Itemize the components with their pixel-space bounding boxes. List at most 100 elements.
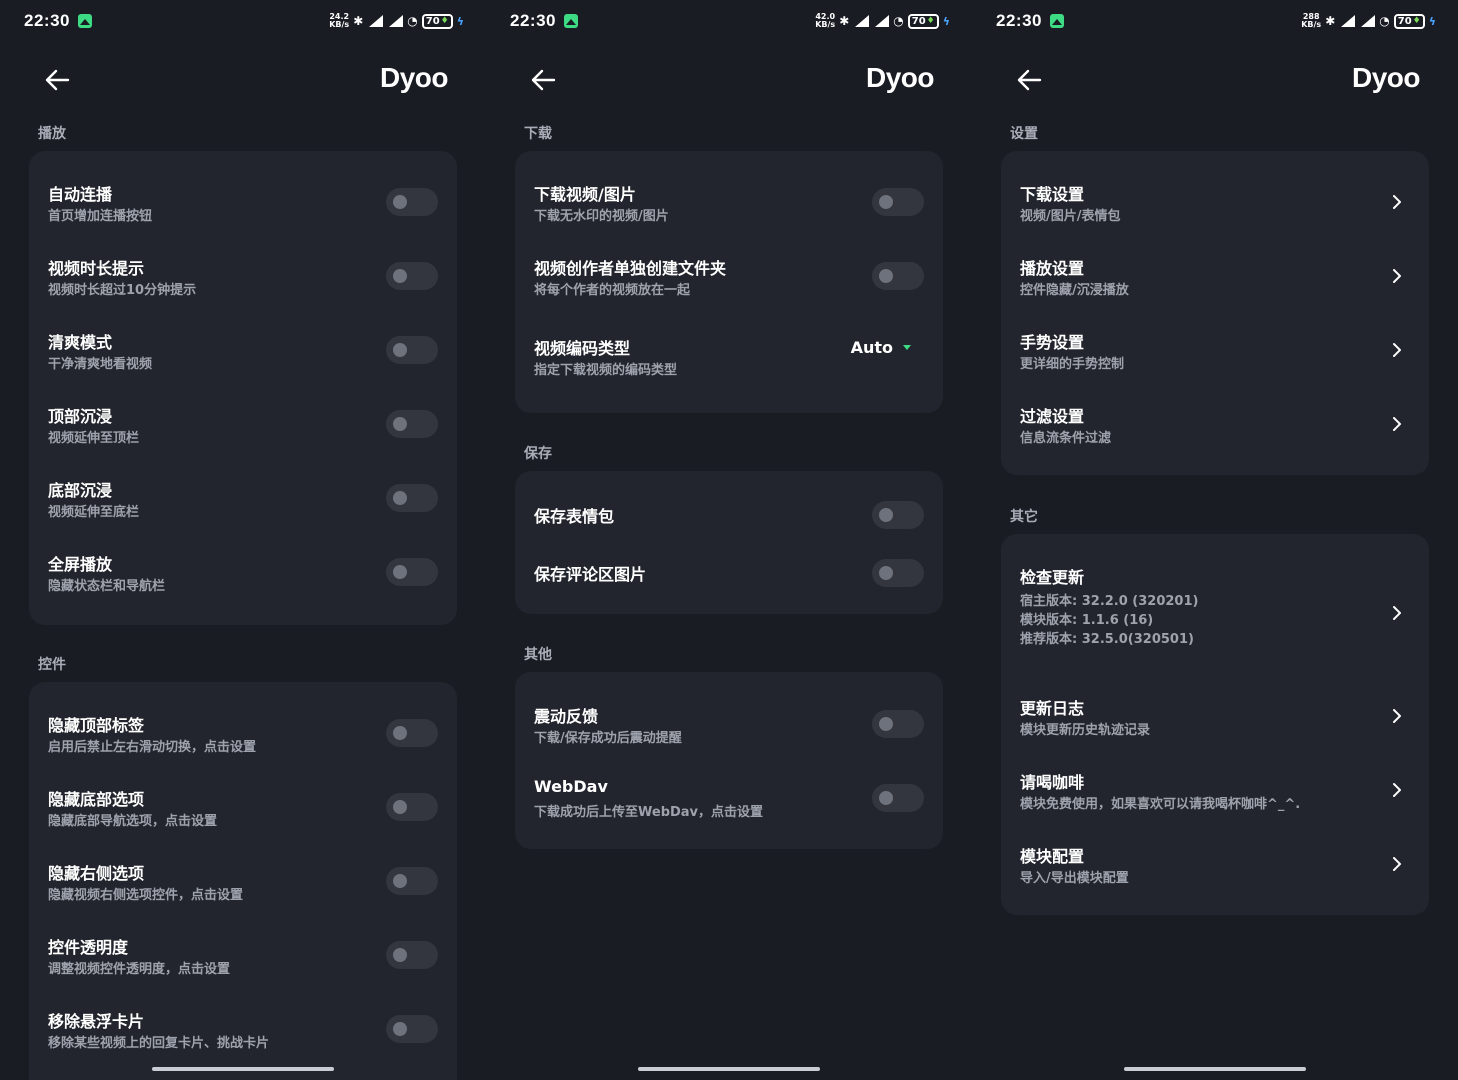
system-icons: 42.0 KB/s ✱ ◔ 70 ♦ ϟ: [815, 13, 950, 29]
bluetooth-icon: ✱: [1325, 14, 1336, 28]
back-arrow-icon[interactable]: [1016, 68, 1042, 92]
setting-row[interactable]: 全屏播放 隐藏状态栏和导航栏: [29, 551, 457, 615]
nav-subtitle: 更详细的手势控制: [1020, 357, 1125, 372]
toggle-switch[interactable]: [386, 941, 438, 969]
setting-subtitle: 视频延伸至底栏: [48, 505, 140, 520]
setting-row[interactable]: 控件透明度 调整视频控件透明度，点击设置: [29, 934, 457, 998]
setting-title: 视频时长提示: [48, 259, 145, 278]
toggle-switch[interactable]: [386, 262, 438, 290]
setting-title: 控件透明度: [48, 938, 129, 957]
setting-subtitle: 干净清爽地看视频: [48, 357, 153, 372]
nav-row[interactable]: 请喝咖啡 模块免费使用，如果喜欢可以请我喝杯咖啡^_^.: [1001, 769, 1429, 833]
status-bar: 22:30 42.0 KB/s ✱ ◔ 70 ♦ ϟ: [510, 8, 950, 34]
setting-row[interactable]: 顶部沉浸 视频延伸至顶栏: [29, 403, 457, 467]
app-title: Dyoo: [380, 62, 449, 93]
setting-row[interactable]: 保存表情包: [515, 493, 943, 557]
nav-row[interactable]: 更新日志 模块更新历史轨迹记录: [1001, 695, 1429, 759]
toggle-switch[interactable]: [872, 559, 924, 587]
gallery-notification-icon: [77, 14, 92, 28]
nav-row[interactable]: 过滤设置 信息流条件过滤: [1001, 403, 1429, 467]
toggle-switch[interactable]: [386, 558, 438, 586]
check-update-row[interactable]: 检查更新 宿主版本: 32.2.0 (320201) 模块版本: 1.1.6 (…: [1001, 564, 1429, 654]
setting-title: 视频编码类型: [534, 339, 631, 358]
setting-subtitle: 移除某些视频上的回复卡片、挑战卡片: [48, 1036, 270, 1051]
setting-row[interactable]: 底部沉浸视频延伸至底栏: [29, 477, 457, 541]
nav-subtitle: 控件隐藏/沉浸播放: [1020, 283, 1129, 298]
toggle-switch[interactable]: [386, 188, 438, 216]
back-arrow-icon[interactable]: [44, 68, 70, 92]
bluetooth-icon: ✱: [353, 14, 364, 28]
section-title-playback: 播放: [38, 126, 66, 142]
setting-subtitle: 将每个作者的视频放在一起: [534, 283, 691, 298]
setting-row[interactable]: 移除悬浮卡片 移除某些视频上的回复卡片、挑战卡片: [29, 1008, 457, 1072]
toggle-switch[interactable]: [386, 719, 438, 747]
check-update-title: 检查更新: [1020, 568, 1085, 587]
home-indicator[interactable]: [152, 1067, 334, 1071]
nav-row[interactable]: 手势设置 更详细的手势控制: [1001, 329, 1429, 393]
battery-level: 70: [425, 15, 440, 27]
setting-row[interactable]: 隐藏底部选项 隐藏底部导航选项，点击设置: [29, 786, 457, 850]
nav-title: 下载设置: [1020, 185, 1085, 204]
setting-title: 保存表情包: [534, 507, 615, 526]
toggle-switch[interactable]: [872, 784, 924, 812]
setting-subtitle: 下载无水印的视频/图片: [534, 209, 669, 224]
setting-row[interactable]: 保存评论区图片: [515, 551, 943, 615]
signal-icon-2: [873, 15, 890, 27]
leaf-icon: ♦: [1412, 15, 1421, 26]
setting-row[interactable]: 隐藏顶部标签 启用后禁止左右滑动切换，点击设置: [29, 712, 457, 776]
setting-subtitle: 首页增加连播按钮: [48, 209, 153, 224]
home-indicator[interactable]: [1124, 1067, 1306, 1071]
toggle-switch[interactable]: [386, 336, 438, 364]
nav-row[interactable]: 模块配置 导入/导出模块配置: [1001, 843, 1429, 907]
nav-row[interactable]: 下载设置 视频/图片/表情包: [1001, 181, 1429, 245]
nav-title: 请喝咖啡: [1020, 773, 1085, 792]
toggle-switch[interactable]: [386, 1015, 438, 1043]
codec-dropdown[interactable]: Auto: [851, 338, 911, 357]
setting-row[interactable]: 自动连播 首页增加连播按钮: [29, 181, 457, 245]
chevron-right-icon: [1391, 782, 1403, 798]
toggle-switch[interactable]: [386, 410, 438, 438]
signal-icon: [1339, 15, 1356, 27]
back-arrow-icon[interactable]: [530, 68, 556, 92]
section-title-misc: 其它: [1010, 509, 1038, 525]
wifi-icon: ◔: [1379, 14, 1390, 28]
card-save: 保存表情包 保存评论区图片: [515, 471, 943, 614]
toggle-switch[interactable]: [872, 262, 924, 290]
bluetooth-icon: ✱: [839, 14, 850, 28]
toggle-switch[interactable]: [872, 188, 924, 216]
setting-row[interactable]: 视频时长提示视频时长超过10分钟提示: [29, 255, 457, 319]
toggle-switch[interactable]: [872, 501, 924, 529]
setting-title: 保存评论区图片: [534, 565, 647, 584]
battery-icon: 70 ♦: [1393, 13, 1425, 29]
setting-row[interactable]: 视频编码类型 指定下载视频的编码类型 Auto: [515, 335, 943, 399]
toggle-switch[interactable]: [386, 867, 438, 895]
setting-row[interactable]: 清爽模式 干净清爽地看视频: [29, 329, 457, 393]
setting-row[interactable]: 震动反馈 下载/保存成功后震动提醒: [515, 703, 943, 767]
toggle-switch[interactable]: [386, 484, 438, 512]
recommended-version: 推荐版本: 32.5.0(320501): [1020, 632, 1194, 647]
system-icons: 24.2 KB/s ✱ ◔ 70 ♦ ϟ: [329, 13, 464, 29]
chevron-right-icon: [1391, 268, 1403, 284]
status-bar: 22:30 288 KB/s ✱ ◔ 70 ♦ ϟ: [996, 8, 1436, 34]
setting-row[interactable]: 隐藏右侧选项 隐藏视频右侧选项控件，点击设置: [29, 860, 457, 924]
setting-row[interactable]: 视频创作者单独创建文件夹 将每个作者的视频放在一起: [515, 255, 943, 319]
card-other: 震动反馈 下载/保存成功后震动提醒 WebDav 下载成功后上传至WebDav，点击…: [515, 672, 943, 849]
setting-title: 隐藏顶部标签: [48, 716, 145, 735]
toggle-switch[interactable]: [386, 793, 438, 821]
section-title-other: 其他: [524, 647, 552, 663]
setting-subtitle: 视频时长超过10分钟提示: [48, 283, 197, 298]
section-title-controls: 控件: [38, 657, 66, 673]
nav-title: 更新日志: [1020, 699, 1085, 718]
setting-title: 底部沉浸: [48, 481, 113, 500]
app-title: Dyoo: [1352, 62, 1421, 93]
setting-row[interactable]: 下载视频/图片下载无水印的视频/图片: [515, 181, 943, 245]
setting-title: 下载视频/图片: [534, 185, 636, 204]
network-speed: 24.2 KB/s: [329, 12, 350, 29]
network-speed: 42.0 KB/s: [815, 12, 836, 29]
nav-row[interactable]: 播放设置 控件隐藏/沉浸播放: [1001, 255, 1429, 319]
setting-subtitle: 视频延伸至顶栏: [48, 431, 140, 446]
home-indicator[interactable]: [638, 1067, 820, 1071]
toggle-switch[interactable]: [872, 710, 924, 738]
screen-playback-settings: 22:30 24.2 KB/s ✱ ◔ 70 ♦ ϟ Dyoo 播放 自动连播 首页…: [0, 0, 486, 1080]
setting-row[interactable]: WebDav 下载成功后上传至WebDav，点击设置: [515, 777, 943, 841]
